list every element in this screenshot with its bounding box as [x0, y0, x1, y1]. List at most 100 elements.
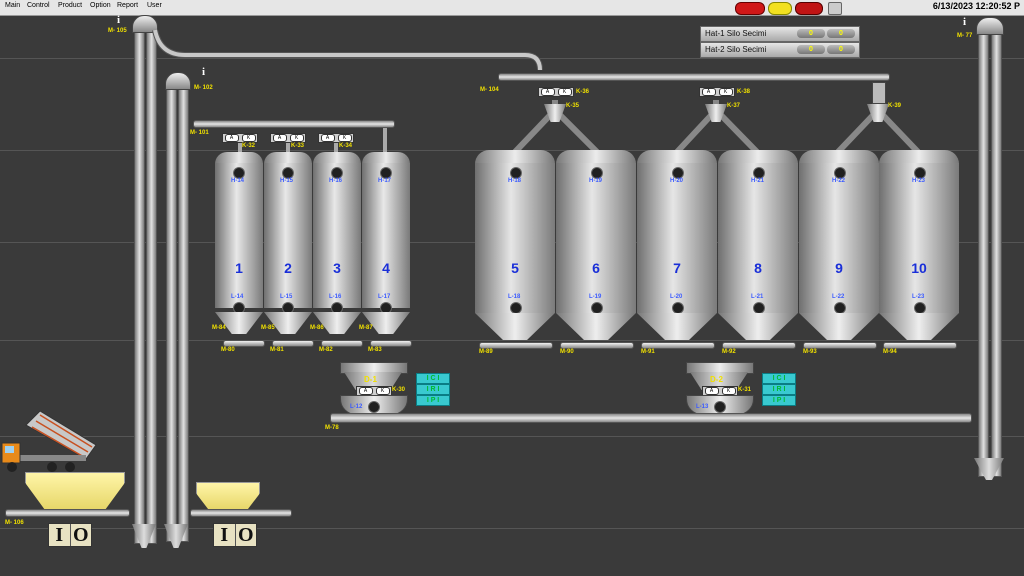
discharge-screw[interactable]: [223, 340, 265, 347]
screw-label: M-91: [641, 349, 655, 355]
valve-k37-label: K-37: [727, 103, 741, 109]
silo-roof: [556, 150, 636, 164]
low-level-label: L-20: [670, 294, 683, 300]
low-level-sensor: [834, 302, 846, 314]
silo-number: 2: [284, 260, 292, 276]
conveyor-m104-label: M- 104: [480, 87, 499, 93]
screw-label: M-94: [883, 349, 897, 355]
low-level-sensor: [368, 401, 380, 413]
discharge-screw[interactable]: [803, 342, 877, 349]
screw-label: M-90: [560, 349, 574, 355]
screw-label: M-81: [270, 347, 284, 353]
valve-k39-label: K-39: [888, 103, 902, 109]
feeder-label: M-85: [261, 325, 275, 331]
elevator-m102-head[interactable]: [165, 72, 191, 90]
low-level-sensor: [914, 302, 926, 314]
valve-k32[interactable]: AK: [222, 133, 258, 143]
info-icon[interactable]: i: [202, 66, 205, 78]
valve-k34[interactable]: AK: [318, 133, 354, 143]
conveyor-m78[interactable]: [330, 413, 972, 423]
silo-cone: [799, 313, 879, 340]
elevator-m77-head[interactable]: [976, 17, 1004, 35]
io-off-label[interactable]: O: [236, 524, 257, 546]
conveyor-m106[interactable]: [5, 509, 130, 517]
silo-number: 9: [835, 260, 843, 276]
doser-name: D-1: [364, 375, 377, 384]
silo-number: 7: [673, 260, 681, 276]
silo-7[interactable]: H-20 7 L-20: [637, 150, 717, 340]
elevator-m102-leg-right: [178, 80, 189, 542]
silo-6[interactable]: H-19 6 L-19: [556, 150, 636, 340]
conveyor-m101-label: M- 101: [190, 130, 209, 136]
high-level-label: H-23: [912, 178, 926, 184]
intake-hopper-2[interactable]: [196, 482, 260, 510]
io-on-label[interactable]: I: [214, 524, 236, 546]
silo-10[interactable]: H-23 10 L-23: [879, 150, 959, 340]
silo-body: [313, 163, 361, 308]
discharge-screw[interactable]: [883, 342, 957, 349]
conveyor-m104[interactable]: [498, 73, 890, 81]
discharge-screw[interactable]: [272, 340, 314, 347]
low-level-sensor: [591, 302, 603, 314]
low-level-sensor: [510, 302, 522, 314]
discharge-screw[interactable]: [722, 342, 796, 349]
valve-k36[interactable]: AK: [538, 87, 574, 97]
silo-body: [475, 163, 555, 313]
silo-4[interactable]: H-17 4 L-17: [362, 152, 410, 312]
high-level-label: H-19: [589, 178, 603, 184]
silo-2[interactable]: H-15 2 L-15: [264, 152, 312, 312]
silo-cone: [879, 313, 959, 340]
elevator-m77-label: M- 77: [957, 33, 973, 39]
screw-label: M-80: [221, 347, 235, 353]
silo-9[interactable]: H-22 9 L-22: [799, 150, 879, 340]
screw-label: M-82: [319, 347, 333, 353]
high-level-label: H-22: [832, 178, 846, 184]
silo-number: 10: [911, 260, 927, 276]
silo-body: [556, 163, 636, 313]
silo-1[interactable]: H-14 1 L-14: [215, 152, 263, 312]
discharge-screw[interactable]: [560, 342, 634, 349]
screw-label: M-89: [479, 349, 493, 355]
silo-8[interactable]: H-21 8 L-21: [718, 150, 798, 340]
discharge-screw[interactable]: [321, 340, 363, 347]
doser-control-button[interactable]: I C I: [762, 373, 796, 384]
valve-k36-label: K-36: [576, 89, 590, 95]
silo-body: [879, 163, 959, 313]
silo-3[interactable]: H-16 3 L-16: [313, 152, 361, 312]
valve-k32-label: K-32: [242, 143, 256, 149]
doser-control-button[interactable]: I C I: [416, 373, 450, 384]
high-level-label: H-15: [280, 178, 294, 184]
io-off-label[interactable]: O: [71, 524, 92, 546]
discharge-screw[interactable]: [641, 342, 715, 349]
silo-cone: [637, 313, 717, 340]
high-level-label: H-14: [231, 178, 245, 184]
info-icon[interactable]: i: [963, 16, 966, 28]
low-level-label: L-14: [231, 294, 244, 300]
silo-roof: [637, 150, 717, 164]
io-switch-1[interactable]: I O: [48, 523, 92, 547]
conveyor-m101[interactable]: [193, 120, 395, 128]
discharge-screw[interactable]: [370, 340, 412, 347]
silo-5[interactable]: H-18 5 L-18: [475, 150, 555, 340]
silo-roof: [799, 150, 879, 164]
doser-control-button[interactable]: I P I: [416, 395, 450, 406]
doser-control-button[interactable]: I P I: [762, 395, 796, 406]
doser-name: D-2: [710, 375, 723, 384]
low-level-label: L-16: [329, 294, 342, 300]
low-level-label: L-23: [912, 294, 925, 300]
io-on-label[interactable]: I: [49, 524, 71, 546]
valve-k38[interactable]: AK: [699, 87, 735, 97]
discharge-screw[interactable]: [479, 342, 553, 349]
high-level-label: H-21: [751, 178, 765, 184]
silo-number: 1: [235, 260, 243, 276]
elevator-m77-leg-left: [978, 25, 989, 477]
conveyor-intake-2[interactable]: [190, 509, 292, 517]
doser-control-button[interactable]: I R I: [416, 384, 450, 395]
low-level-sensor: [714, 401, 726, 413]
silo-body: [264, 163, 312, 308]
doser-control-button[interactable]: I R I: [762, 384, 796, 395]
elevator-m102-label: M- 102: [194, 85, 213, 91]
screw-label: M-92: [722, 349, 736, 355]
io-switch-2[interactable]: I O: [213, 523, 257, 547]
valve-k33[interactable]: AK: [270, 133, 306, 143]
